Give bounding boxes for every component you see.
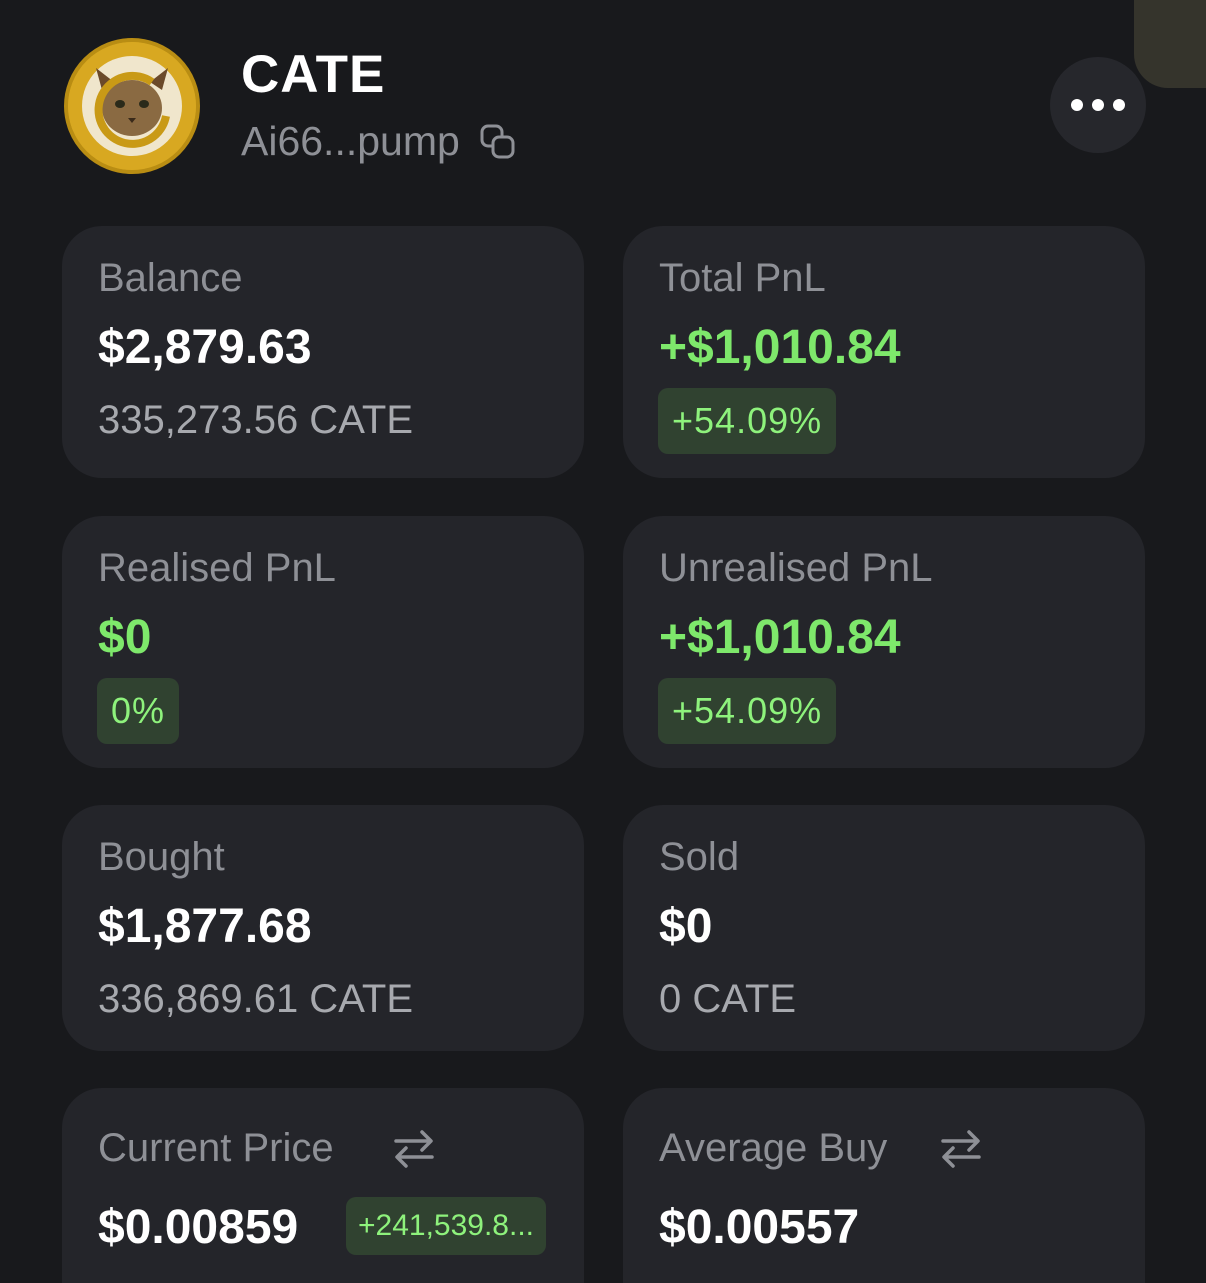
token-pnl-screen: CATE Ai66...pump Balance $2,879.63 335,2… — [0, 0, 1206, 1283]
average-buy-label: Average Buy — [659, 1126, 888, 1170]
average-buy-value: $0.00557 — [659, 1201, 860, 1254]
corner-tab — [1134, 0, 1206, 88]
balance-label: Balance — [98, 256, 243, 300]
token-name: CATE — [241, 45, 386, 104]
realised-pnl-value: $0 — [98, 611, 152, 664]
bought-card: Bought $1,877.68 336,869.61 CATE — [62, 805, 584, 1051]
bought-token-amount: 336,869.61 CATE — [98, 977, 414, 1021]
balance-value: $2,879.63 — [98, 321, 312, 374]
total-pnl-card: Total PnL +$1,010.84 +54.09% — [623, 226, 1145, 478]
address-row: Ai66...pump — [241, 118, 518, 165]
current-price-label: Current Price — [98, 1126, 334, 1170]
more-options-button[interactable] — [1050, 57, 1146, 153]
balance-card: Balance $2,879.63 335,273.56 CATE — [62, 226, 584, 478]
unrealised-pnl-value: +$1,010.84 — [659, 611, 901, 664]
total-pnl-value: +$1,010.84 — [659, 321, 901, 374]
more-dot — [1092, 99, 1104, 111]
bought-value: $1,877.68 — [98, 900, 312, 953]
token-address: Ai66...pump — [241, 118, 460, 164]
bought-label: Bought — [98, 835, 225, 879]
total-pnl-label: Total PnL — [659, 256, 826, 300]
realised-pnl-card: Realised PnL $0 0% — [62, 516, 584, 768]
balance-token-amount: 335,273.56 CATE — [98, 398, 414, 442]
copy-icon[interactable] — [478, 122, 518, 162]
realised-pnl-percent-badge: 0% — [97, 678, 180, 744]
current-price-change-badge: +241,539.8... — [346, 1197, 546, 1255]
unrealised-pnl-label: Unrealised PnL — [659, 546, 933, 590]
sold-label: Sold — [659, 835, 740, 879]
sold-value: $0 — [659, 900, 713, 953]
token-avatar — [64, 38, 200, 174]
unrealised-pnl-percent-badge: +54.09% — [658, 678, 837, 744]
current-price-card: Current Price $0.00859 +241,539.8... — [62, 1088, 584, 1283]
swap-icon[interactable] — [392, 1126, 436, 1170]
more-horizontal-icon — [1071, 99, 1083, 111]
swap-icon[interactable] — [939, 1126, 983, 1170]
cat-coin-logo — [68, 42, 196, 170]
total-pnl-percent-badge: +54.09% — [658, 388, 837, 454]
sold-card: Sold $0 0 CATE — [623, 805, 1145, 1051]
current-price-value: $0.00859 — [98, 1201, 299, 1254]
unrealised-pnl-card: Unrealised PnL +$1,010.84 +54.09% — [623, 516, 1145, 768]
more-dot — [1113, 99, 1125, 111]
average-buy-card: Average Buy $0.00557 — [623, 1088, 1145, 1283]
sold-token-amount: 0 CATE — [659, 977, 797, 1021]
realised-pnl-label: Realised PnL — [98, 546, 336, 590]
